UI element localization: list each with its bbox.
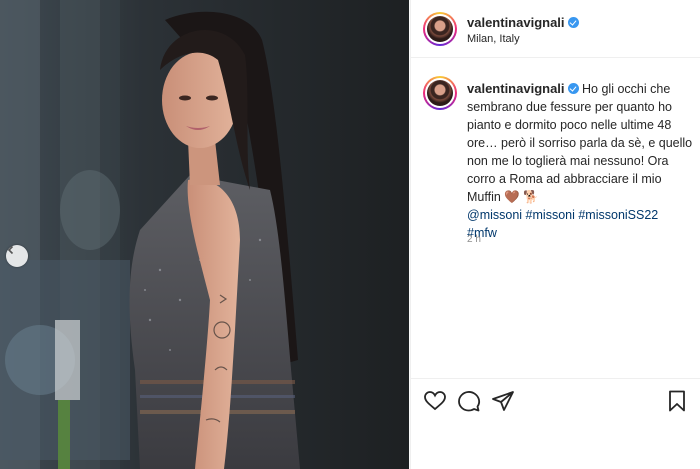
avatar-image	[427, 80, 453, 106]
post-location[interactable]: Milan, Italy	[467, 33, 520, 45]
carousel-prev-button[interactable]	[6, 245, 28, 267]
post-image	[0, 0, 409, 469]
post-timestamp[interactable]: 2 h	[467, 234, 481, 245]
like-button[interactable]	[423, 389, 447, 413]
paper-plane-icon	[492, 391, 514, 411]
save-button[interactable]	[665, 389, 689, 413]
post-sidebar: valentinavignali Milan, Italy valentinav…	[410, 0, 700, 469]
caption-avatar[interactable]	[423, 76, 457, 110]
post-header: valentinavignali Milan, Italy	[411, 0, 700, 58]
avatar[interactable]	[423, 12, 457, 46]
post-actions	[411, 378, 700, 423]
heart-outline-icon	[424, 391, 446, 411]
caption-username[interactable]: valentinavignali	[467, 81, 565, 96]
share-button[interactable]	[491, 389, 515, 413]
header-username[interactable]: valentinavignali	[467, 15, 565, 30]
post-dialog: valentinavignali Milan, Italy valentinav…	[0, 0, 700, 469]
hashtag-link[interactable]: #missoni	[526, 208, 575, 222]
comment-button[interactable]	[457, 389, 481, 413]
verified-badge-icon	[567, 83, 579, 94]
caption-emojis: 🤎 🐕	[504, 190, 539, 204]
verified-badge-icon	[567, 17, 579, 28]
mention-link[interactable]: @missoni	[467, 208, 522, 222]
avatar-image	[427, 16, 453, 42]
post-photo	[0, 0, 409, 469]
bookmark-icon	[669, 390, 685, 412]
caption-text: Ho gli occhi che sembrano due fessure pe…	[467, 82, 693, 204]
hashtag-link[interactable]: #missoniSS22	[578, 208, 658, 222]
post-caption: valentinavignali Ho gli occhi che sembra…	[467, 80, 697, 242]
comment-bubble-icon	[458, 391, 481, 412]
